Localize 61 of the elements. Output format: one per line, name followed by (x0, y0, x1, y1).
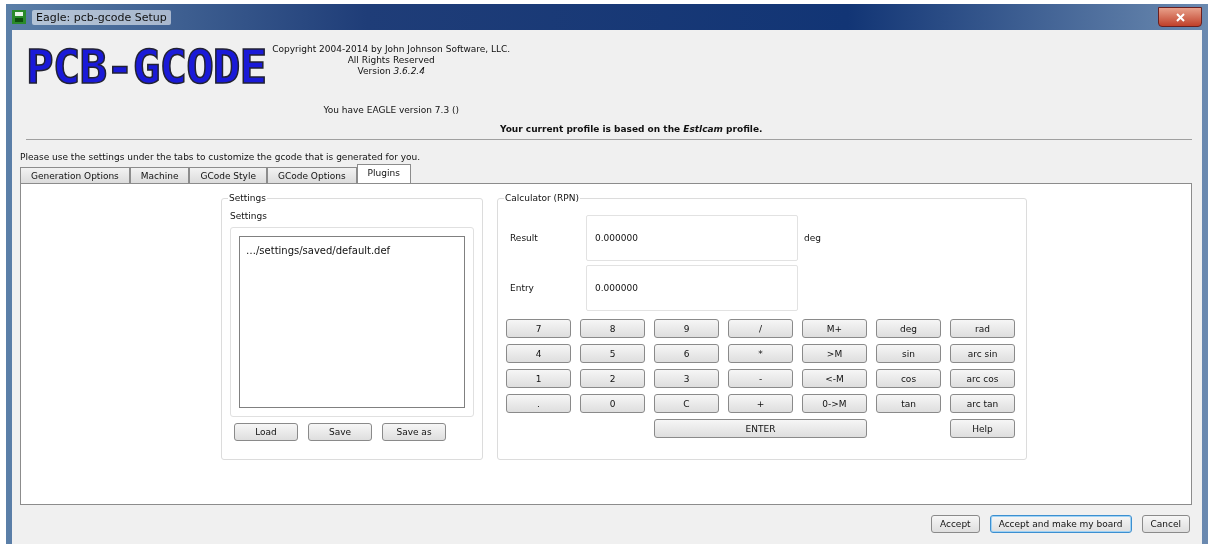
entry-label: Entry (509, 283, 535, 293)
settings-button[interactable]: Save as (382, 423, 446, 441)
settings-button[interactable]: Save (308, 423, 372, 441)
close-button[interactable] (1158, 7, 1202, 27)
eagle-version-text: You have EAGLE version 7.3 () (323, 105, 459, 116)
version-text: Version 3.6.2.4 (357, 66, 425, 77)
group-title: Settings (228, 193, 267, 203)
enter-button[interactable]: ENTER (654, 419, 867, 438)
unit-label: deg (804, 233, 821, 243)
settings-label: Settings (230, 211, 268, 221)
calculator-key[interactable]: 5 (580, 344, 645, 363)
calculator-key[interactable]: sin (876, 344, 941, 363)
calculator-key[interactable]: 8 (580, 319, 645, 338)
calculator-key[interactable]: 6 (654, 344, 719, 363)
app-icon (12, 10, 26, 24)
tab[interactable]: Machine (129, 167, 190, 183)
calculator-key[interactable]: 7 (506, 319, 571, 338)
calculator-key[interactable]: cos (876, 369, 941, 388)
calculator-key[interactable]: . (506, 394, 571, 413)
calculator-key[interactable]: 0 (580, 394, 645, 413)
settings-button[interactable]: Load (234, 423, 298, 441)
help-button[interactable]: Help (950, 419, 1015, 438)
calculator-key[interactable]: >M (802, 344, 867, 363)
calculator-key[interactable]: + (728, 394, 793, 413)
calculator-key[interactable]: 1 (506, 369, 571, 388)
instructions-text: Please use the settings under the tabs to customize the gcode that is generated for you. (19, 151, 422, 164)
rights-text: All Rights Reserved (347, 55, 435, 66)
dialog-button[interactable]: Cancel (1141, 515, 1190, 533)
calculator-key[interactable]: M+ (802, 319, 867, 338)
group-title: Calculator (RPN) (504, 193, 580, 203)
calculator-key[interactable]: 9 (654, 319, 719, 338)
calculator-key[interactable]: deg (876, 319, 941, 338)
tab[interactable]: Generation Options (20, 167, 130, 183)
calculator-key[interactable]: arc tan (950, 394, 1015, 413)
result-field[interactable]: 0.000000 (586, 215, 798, 261)
calculator-key[interactable]: <-M (802, 369, 867, 388)
calculator-key[interactable]: arc cos (950, 369, 1015, 388)
calculator-key[interactable]: 4 (506, 344, 571, 363)
window-title: Eagle: pcb-gcode Setup (32, 9, 171, 25)
calculator-key[interactable]: 2 (580, 369, 645, 388)
list-item[interactable]: …/settings/saved/default.def (246, 245, 458, 256)
calculator-key[interactable]: tan (876, 394, 941, 413)
calculator-key[interactable]: * (728, 344, 793, 363)
tab[interactable]: Plugins (356, 164, 411, 183)
result-label: Result (509, 233, 539, 243)
dialog-button[interactable]: Accept (930, 515, 980, 533)
tab[interactable]: GCode Style (189, 167, 267, 183)
calculator-key[interactable]: rad (950, 319, 1015, 338)
calculator-key[interactable]: C (654, 394, 719, 413)
calculator-key[interactable]: arc sin (950, 344, 1015, 363)
profile-text: Your current profile is based on the Estlcam profile. (500, 124, 763, 134)
close-icon (1175, 12, 1185, 22)
calculator-key[interactable]: 0->M (802, 394, 867, 413)
dialog-button[interactable]: Accept and make my board (989, 515, 1132, 533)
calculator-key[interactable]: 3 (654, 369, 719, 388)
calculator-key[interactable]: / (728, 319, 793, 338)
calculator-key[interactable]: - (728, 369, 793, 388)
entry-field[interactable]: 0.000000 (586, 265, 798, 311)
copyright-text: Copyright 2004-2014 by John Johnson Software, LLC. (272, 44, 511, 55)
tab[interactable]: GCode Options (266, 167, 357, 183)
logo: PCB-GCODE (26, 44, 267, 96)
